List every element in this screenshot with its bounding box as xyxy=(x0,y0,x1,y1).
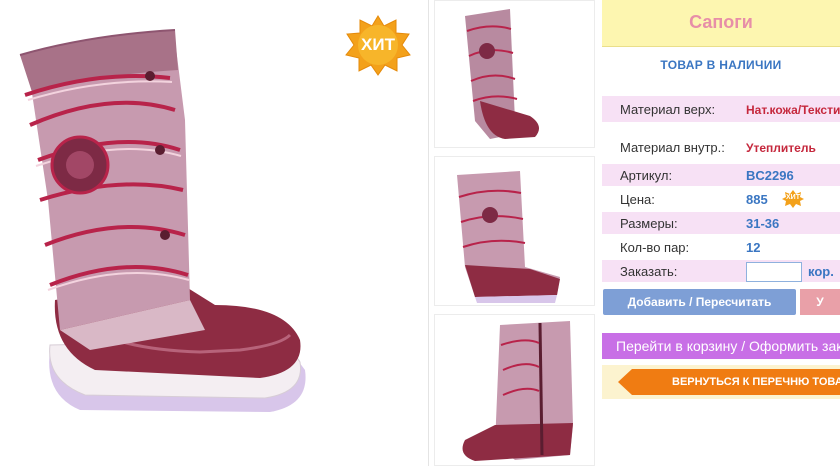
order-label: Заказать: xyxy=(620,264,678,279)
go-to-cart-button[interactable]: Перейти в корзину / Оформить заказ xyxy=(602,333,840,359)
spec-row-material-top: Материал верх: Нат.кожа/Текстиль xyxy=(602,96,840,122)
spec-row-material-inner: Материал внутр.: Утеплитель xyxy=(602,134,840,160)
spec-value: BC2296 xyxy=(746,168,794,183)
back-button-bar: ВЕРНУТЬСЯ К ПЕРЕЧНЮ ТОВАРОВ xyxy=(602,365,840,399)
thumbnail-3[interactable] xyxy=(434,314,595,466)
order-row: Заказать: кор. xyxy=(602,260,840,282)
order-unit: кор. xyxy=(808,264,834,279)
spec-value: 31-36 xyxy=(746,216,780,231)
product-title: Сапоги xyxy=(689,12,753,32)
spec-row-article: Артикул: BC2296 xyxy=(602,164,840,186)
back-to-list-button[interactable]: ВЕРНУТЬСЯ К ПЕРЕЧНЮ ТОВАРОВ xyxy=(618,369,840,395)
go-to-cart-label: Перейти в корзину / Оформить заказ xyxy=(616,338,840,354)
spec-value: Утеплитель xyxy=(746,141,816,155)
mini-hit-label: ХИТ xyxy=(786,194,800,201)
mini-hit-badge: ХИТ xyxy=(782,190,804,208)
back-to-list-label: ВЕРНУТЬСЯ К ПЕРЕЧНЮ ТОВАРОВ xyxy=(672,376,840,388)
spec-label: Цена: xyxy=(620,192,655,207)
product-title-bar: Сапоги xyxy=(602,0,840,47)
hit-badge: ХИТ xyxy=(344,14,412,76)
spec-row-price: Цена: 885 ХИТ xyxy=(602,188,840,210)
spec-label: Материал внутр.: xyxy=(620,140,725,155)
spec-value: Нат.кожа/Текстиль xyxy=(746,103,840,117)
spec-row-pairs: Кол-во пар: 12 xyxy=(602,236,840,258)
add-recalc-button[interactable]: Добавить / Пересчитать xyxy=(603,289,796,315)
spec-label: Артикул: xyxy=(620,168,673,183)
spec-value: 12 xyxy=(746,240,761,255)
order-quantity-input[interactable] xyxy=(746,262,802,282)
spec-label: Материал верх: xyxy=(620,102,716,117)
spec-value: 885 xyxy=(746,192,768,207)
spec-row-sizes: Размеры: 31-36 xyxy=(602,212,840,234)
thumbnail-1[interactable] xyxy=(434,0,595,148)
stock-status: ТОВАР В НАЛИЧИИ xyxy=(660,58,782,72)
delete-button[interactable]: У xyxy=(800,289,840,315)
spec-label: Кол-во пар: xyxy=(620,240,690,255)
spec-label: Размеры: xyxy=(620,216,678,231)
thumbnail-2[interactable] xyxy=(434,156,595,306)
left-arrow-icon xyxy=(618,369,632,395)
hit-badge-label: ХИТ xyxy=(361,35,395,54)
